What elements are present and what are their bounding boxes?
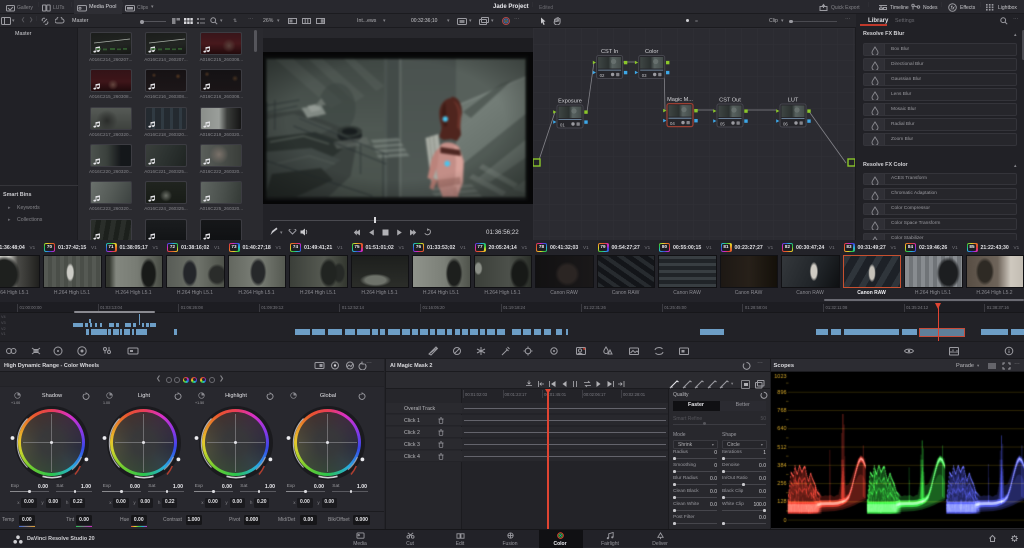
- svg-text:06: 06: [783, 122, 788, 127]
- svg-text:Color: Color: [645, 49, 659, 55]
- svg-text:CST Out: CST Out: [719, 98, 741, 104]
- svg-text:Magic M...: Magic M...: [667, 97, 693, 103]
- svg-text:01: 01: [560, 123, 565, 128]
- svg-text:03: 03: [642, 73, 647, 78]
- svg-text:05: 05: [720, 122, 725, 127]
- svg-text:CST In: CST In: [601, 49, 618, 55]
- svg-text:fx: fx: [951, 5, 956, 11]
- svg-text:04: 04: [670, 121, 675, 126]
- svg-text:LUT: LUT: [788, 98, 799, 104]
- svg-text:Exposure: Exposure: [558, 99, 582, 105]
- svg-text:02: 02: [600, 73, 605, 78]
